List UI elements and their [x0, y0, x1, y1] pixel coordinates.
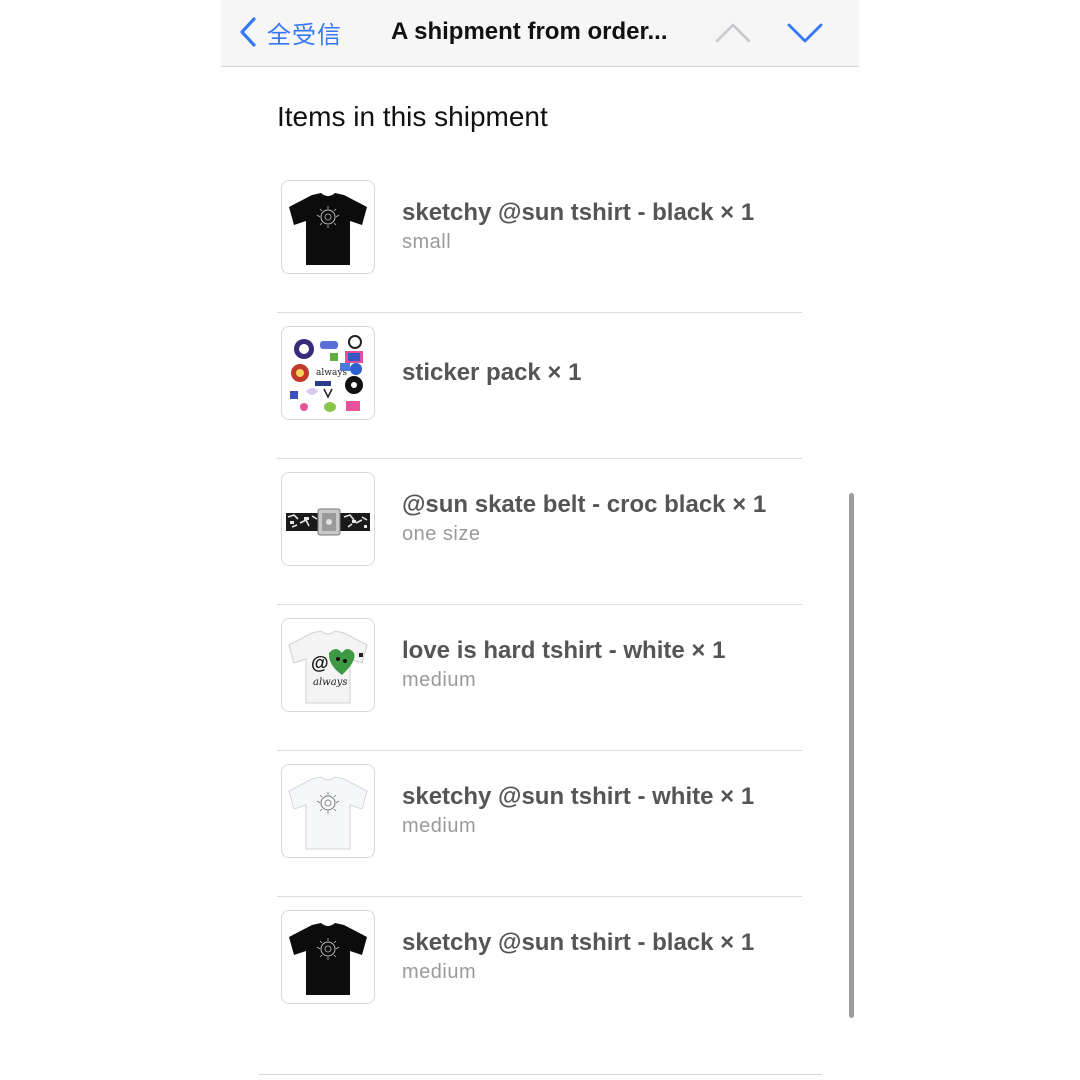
black-tshirt-image	[281, 180, 375, 274]
item-details: love is hard tshirt - white × 1 medium	[402, 605, 725, 725]
svg-text:@: @	[311, 653, 329, 673]
shipment-item[interactable]: always sticker pack × 1	[277, 313, 802, 459]
section-title: Items in this shipment	[277, 101, 548, 132]
navigation-bar: 全受信 A shipment from order...	[221, 0, 859, 67]
item-name: sketchy @sun tshirt - black × 1	[402, 199, 755, 226]
back-button-label: 全受信	[267, 20, 342, 49]
white-tshirt-image	[281, 764, 375, 858]
item-details: sketchy @sun tshirt - black × 1 medium	[402, 897, 754, 1017]
shipment-items-list: sketchy @sun tshirt - black × 1 small al…	[277, 167, 802, 1043]
item-variant: small	[402, 231, 452, 253]
item-details: @sun skate belt - croc black × 1 one siz…	[402, 459, 766, 579]
sticker-pack-image: always	[281, 326, 375, 420]
item-name: sketchy @sun tshirt - black × 1	[402, 929, 755, 956]
divider	[259, 1074, 822, 1075]
mail-app-window: 全受信 A shipment from order... Items in th…	[221, 0, 859, 1080]
item-name: @sun skate belt - croc black × 1	[402, 491, 767, 518]
message-title: A shipment from order...	[391, 18, 668, 45]
shipment-item[interactable]: @ always love is hard tshirt - white × 1…	[277, 605, 802, 751]
back-button[interactable]: 全受信	[239, 14, 342, 50]
item-details: sketchy @sun tshirt - white × 1 medium	[402, 751, 754, 871]
white-tshirt-heart-image: @ always	[281, 618, 375, 712]
item-variant: medium	[402, 669, 477, 691]
chevron-down-icon[interactable]	[787, 18, 823, 48]
message-body[interactable]: Items in this shipment sketchy @sun tshi…	[221, 67, 859, 1080]
chevron-up-icon[interactable]	[715, 18, 751, 48]
croc-belt-image	[281, 472, 375, 566]
shipment-item[interactable]: @sun skate belt - croc black × 1 one siz…	[277, 459, 802, 605]
shipment-item[interactable]: sketchy @sun tshirt - black × 1 medium	[277, 897, 802, 1043]
black-tshirt-image	[281, 910, 375, 1004]
item-variant: one size	[402, 523, 481, 545]
shipment-item[interactable]: sketchy @sun tshirt - white × 1 medium	[277, 751, 802, 897]
item-details: sketchy @sun tshirt - black × 1 small	[402, 167, 754, 287]
shipment-item[interactable]: sketchy @sun tshirt - black × 1 small	[277, 167, 802, 313]
item-variant: medium	[402, 815, 477, 837]
vertical-scrollbar[interactable]	[849, 493, 854, 1018]
chevron-left-icon	[239, 17, 257, 47]
item-name: sticker pack × 1	[402, 359, 582, 386]
item-variant: medium	[402, 961, 477, 983]
item-details: sticker pack × 1	[402, 313, 581, 433]
item-name: sketchy @sun tshirt - white × 1	[402, 783, 755, 810]
svg-text:always: always	[313, 677, 347, 688]
item-name: love is hard tshirt - white × 1	[402, 637, 726, 664]
